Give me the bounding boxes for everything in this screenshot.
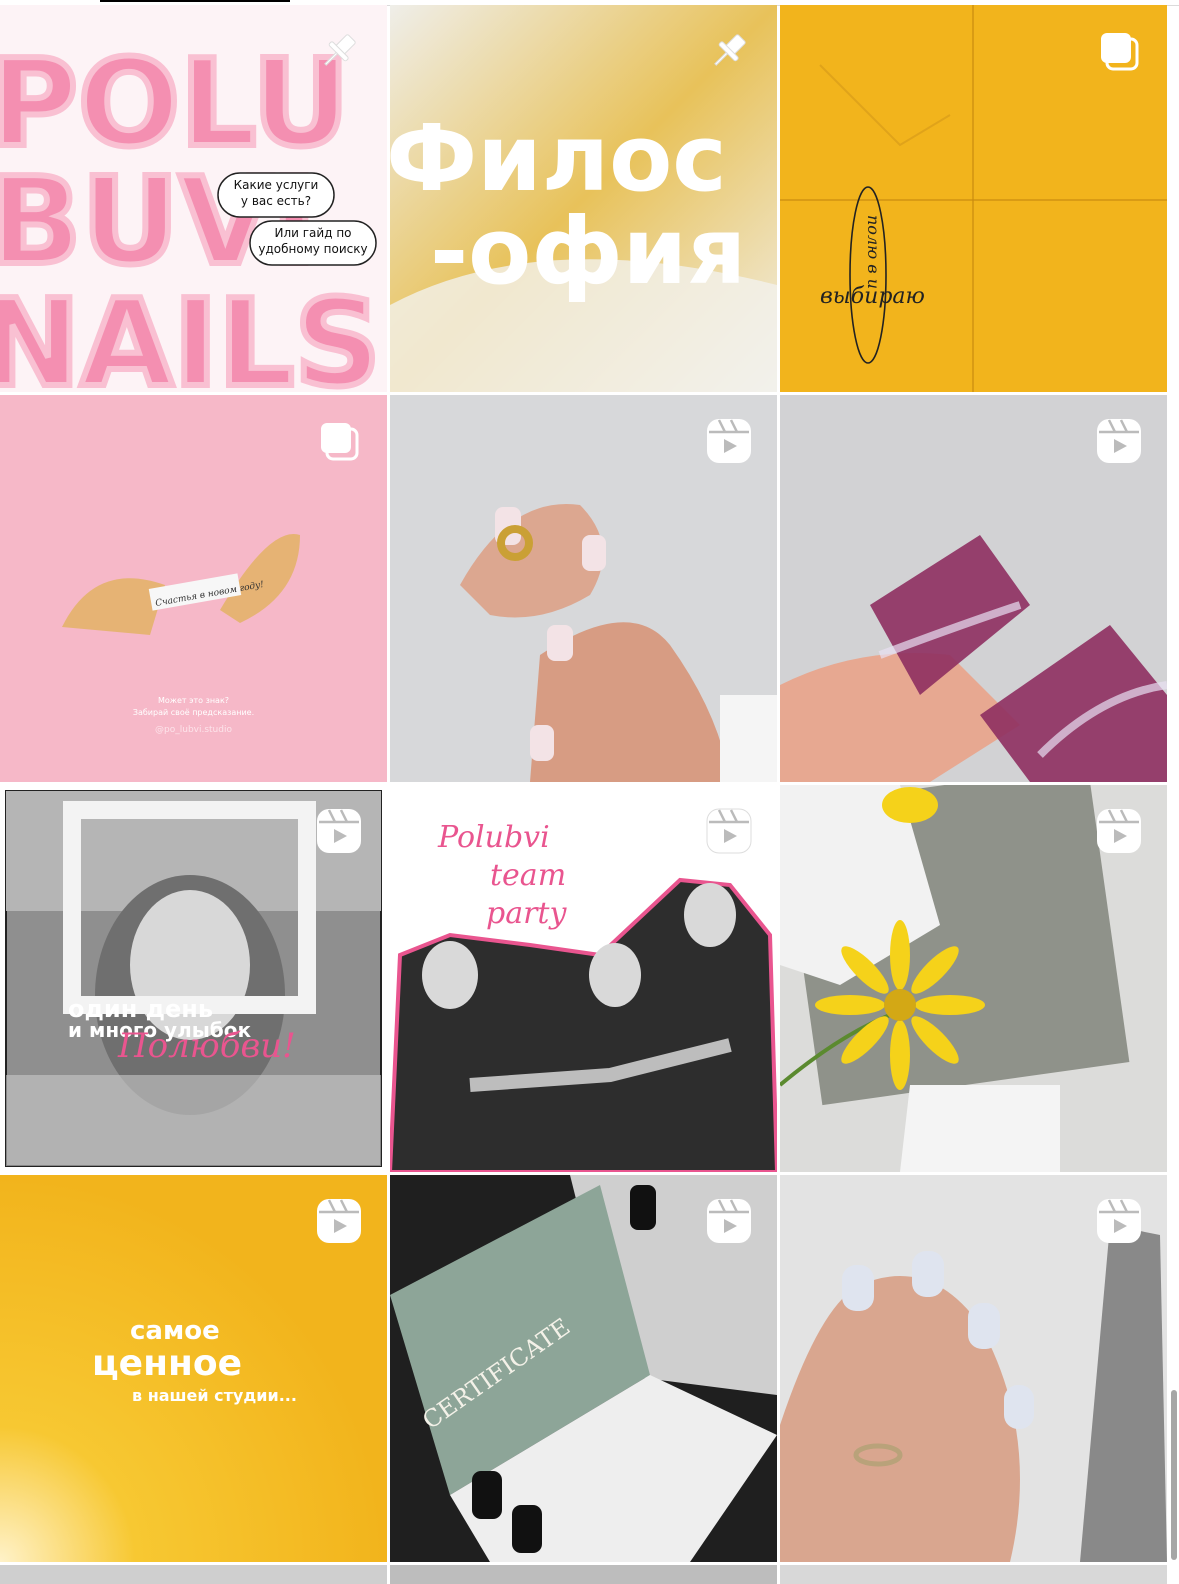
- carousel-icon: [1093, 25, 1145, 77]
- post-tile-partial[interactable]: [0, 1565, 387, 1584]
- posts-grid: POLU BUVI NAILS Какие услуги у вас есть?…: [0, 5, 1179, 1584]
- title-line-3: NAILS: [0, 275, 381, 392]
- post-tile[interactable]: [780, 1175, 1167, 1562]
- carousel-icon: [313, 415, 365, 467]
- post-tile[interactable]: выбираю полю в и: [780, 5, 1167, 392]
- post-tile[interactable]: CERTIFICATE: [390, 1175, 777, 1562]
- reels-icon: [1093, 805, 1145, 857]
- post-tile[interactable]: один день и много улыбок Полюбви!: [0, 785, 387, 1172]
- title-line-2: -офия: [430, 198, 746, 305]
- overlay-script: Полюбви!: [117, 1026, 296, 1066]
- note-vertical: полю в и: [864, 215, 883, 289]
- post-tile[interactable]: [780, 395, 1167, 782]
- scrollbar[interactable]: [1171, 1390, 1177, 1560]
- overlay-line-1: самое: [130, 1316, 220, 1346]
- handle: @po_lubvi.studio: [155, 725, 232, 735]
- overlay-line-3: в нашей студии...: [132, 1386, 297, 1405]
- post-tile[interactable]: POLU BUVI NAILS Какие услуги у вас есть?…: [0, 5, 387, 392]
- title-line-1: Филос: [390, 105, 727, 212]
- post-tile[interactable]: [390, 395, 777, 782]
- reels-icon: [703, 805, 755, 857]
- script-line-2: team: [490, 858, 566, 893]
- overlay-line-2: ценное: [92, 1343, 242, 1384]
- post-tile[interactable]: самое ценное в нашей студии...: [0, 1175, 387, 1562]
- bubble-2: Или гайд по удобному поиску: [258, 226, 368, 256]
- reels-icon: [703, 1195, 755, 1247]
- reels-icon: [1093, 415, 1145, 467]
- pin-icon: [703, 25, 755, 77]
- reels-icon: [313, 1195, 365, 1247]
- active-tab-indicator: [100, 0, 290, 2]
- script-line-3: party: [486, 896, 567, 931]
- bubble-1: Какие услуги у вас есть?: [233, 178, 319, 208]
- caption: Может это знак? Забирай своё предсказани…: [132, 696, 255, 717]
- post-tile[interactable]: Счастья в новом году! Может это знак? За…: [0, 395, 387, 782]
- reels-icon: [313, 805, 365, 857]
- post-tile[interactable]: Филос -офия: [390, 5, 777, 392]
- post-tile-partial[interactable]: [780, 1565, 1167, 1584]
- script-line-1: Polubvi: [437, 820, 550, 855]
- post-tile-partial[interactable]: [390, 1565, 777, 1584]
- post-tile[interactable]: [780, 785, 1167, 1172]
- pin-icon: [313, 25, 365, 77]
- reels-icon: [1093, 1195, 1145, 1247]
- post-tile[interactable]: Polubvi team party: [390, 785, 777, 1172]
- reels-icon: [703, 415, 755, 467]
